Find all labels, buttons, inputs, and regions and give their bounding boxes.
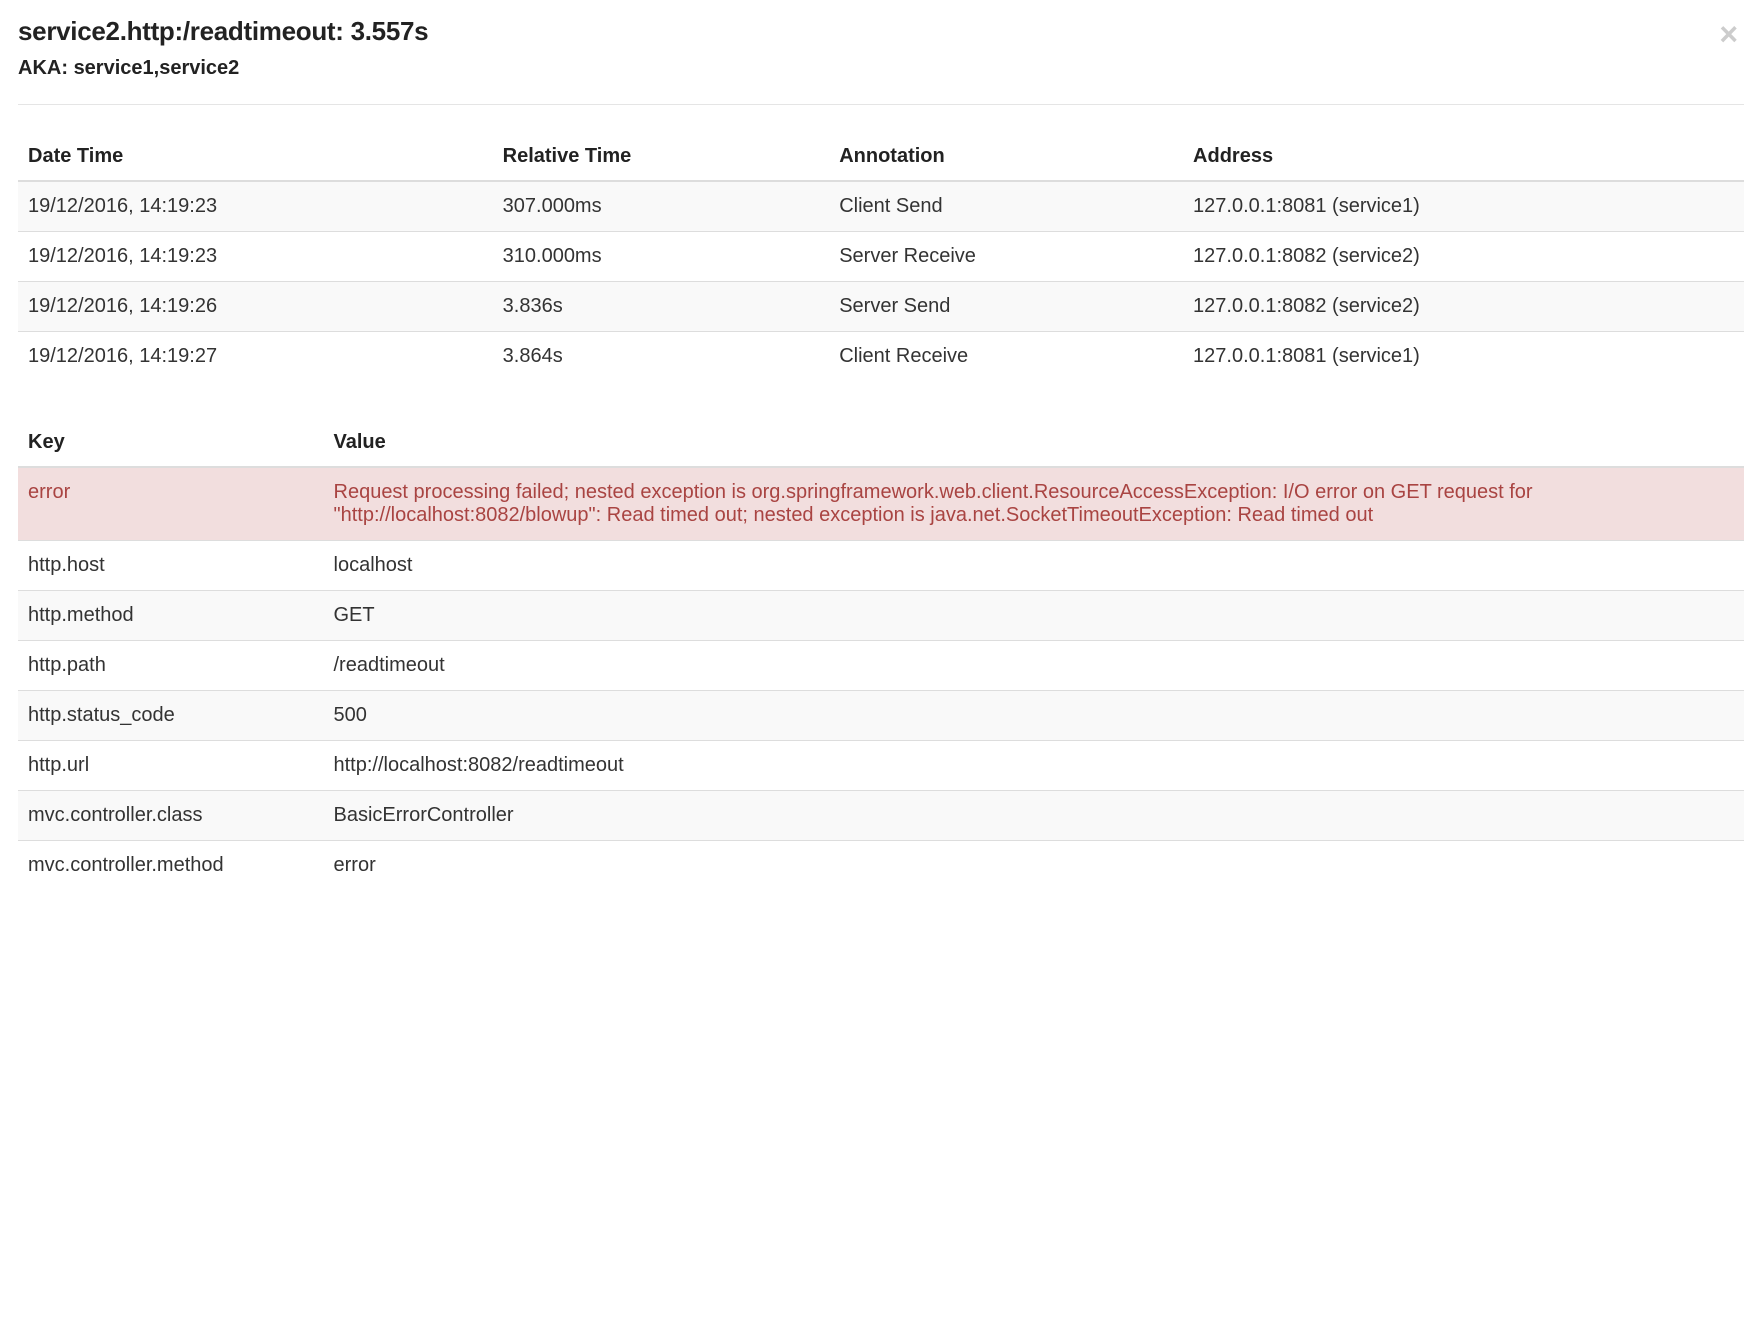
kv-header-row: Key Value — [18, 419, 1744, 467]
modal-header: service2.http:/readtimeout: 3.557s AKA: … — [18, 16, 1744, 105]
table-row: http.path/readtimeout — [18, 641, 1744, 691]
table-row: 19/12/2016, 14:19:23307.000msClient Send… — [18, 181, 1744, 232]
aka-prefix: AKA: — [18, 57, 68, 79]
span-detail-modal: service2.http:/readtimeout: 3.557s AKA: … — [0, 0, 1762, 906]
table-row: 19/12/2016, 14:19:23310.000msServer Rece… — [18, 232, 1744, 282]
cell-annotation: Server Send — [829, 282, 1183, 332]
cell-datetime: 19/12/2016, 14:19:26 — [18, 282, 493, 332]
table-row: http.status_code500 — [18, 691, 1744, 741]
col-value: Value — [324, 419, 1745, 467]
cell-relative: 3.836s — [493, 282, 830, 332]
cell-key: http.status_code — [18, 691, 324, 741]
close-icon: × — [1719, 16, 1738, 52]
col-annotation: Annotation — [829, 133, 1183, 181]
cell-value: error — [324, 841, 1745, 891]
table-row: 19/12/2016, 14:19:263.836sServer Send127… — [18, 282, 1744, 332]
cell-value: localhost — [324, 541, 1745, 591]
cell-key: mvc.controller.method — [18, 841, 324, 891]
annotations-header-row: Date Time Relative Time Annotation Addre… — [18, 133, 1744, 181]
col-datetime: Date Time — [18, 133, 493, 181]
cell-value: 500 — [324, 691, 1745, 741]
cell-value: /readtimeout — [324, 641, 1745, 691]
table-row: mvc.controller.classBasicErrorController — [18, 791, 1744, 841]
cell-annotation: Server Receive — [829, 232, 1183, 282]
col-key: Key — [18, 419, 324, 467]
table-row: http.methodGET — [18, 591, 1744, 641]
cell-key: error — [18, 467, 324, 541]
key-value-table: Key Value errorRequest processing failed… — [18, 419, 1744, 890]
table-row: mvc.controller.methoderror — [18, 841, 1744, 891]
cell-relative: 310.000ms — [493, 232, 830, 282]
table-row: http.urlhttp://localhost:8082/readtimeou… — [18, 741, 1744, 791]
cell-address: 127.0.0.1:8081 (service1) — [1183, 332, 1744, 382]
table-row: http.hostlocalhost — [18, 541, 1744, 591]
cell-key: http.method — [18, 591, 324, 641]
cell-datetime: 19/12/2016, 14:19:23 — [18, 181, 493, 232]
cell-address: 127.0.0.1:8082 (service2) — [1183, 232, 1744, 282]
cell-datetime: 19/12/2016, 14:19:23 — [18, 232, 493, 282]
cell-value: GET — [324, 591, 1745, 641]
annotations-table: Date Time Relative Time Annotation Addre… — [18, 133, 1744, 381]
cell-annotation: Client Send — [829, 181, 1183, 232]
cell-relative: 3.864s — [493, 332, 830, 382]
cell-annotation: Client Receive — [829, 332, 1183, 382]
modal-body: Date Time Relative Time Annotation Addre… — [18, 105, 1744, 890]
cell-key: http.path — [18, 641, 324, 691]
cell-relative: 307.000ms — [493, 181, 830, 232]
aka-value: service1,service2 — [74, 57, 240, 79]
cell-address: 127.0.0.1:8081 (service1) — [1183, 181, 1744, 232]
col-relative: Relative Time — [493, 133, 830, 181]
close-button[interactable]: × — [1719, 18, 1738, 50]
cell-key: http.host — [18, 541, 324, 591]
cell-address: 127.0.0.1:8082 (service2) — [1183, 282, 1744, 332]
table-row: 19/12/2016, 14:19:273.864sClient Receive… — [18, 332, 1744, 382]
cell-key: mvc.controller.class — [18, 791, 324, 841]
span-aka: AKA: service1,service2 — [18, 57, 1744, 80]
cell-key: http.url — [18, 741, 324, 791]
col-address: Address — [1183, 133, 1744, 181]
cell-value: http://localhost:8082/readtimeout — [324, 741, 1745, 791]
cell-value: Request processing failed; nested except… — [324, 467, 1745, 541]
cell-value: BasicErrorController — [324, 791, 1745, 841]
table-row: errorRequest processing failed; nested e… — [18, 467, 1744, 541]
span-title: service2.http:/readtimeout: 3.557s — [18, 16, 1744, 47]
cell-datetime: 19/12/2016, 14:19:27 — [18, 332, 493, 382]
